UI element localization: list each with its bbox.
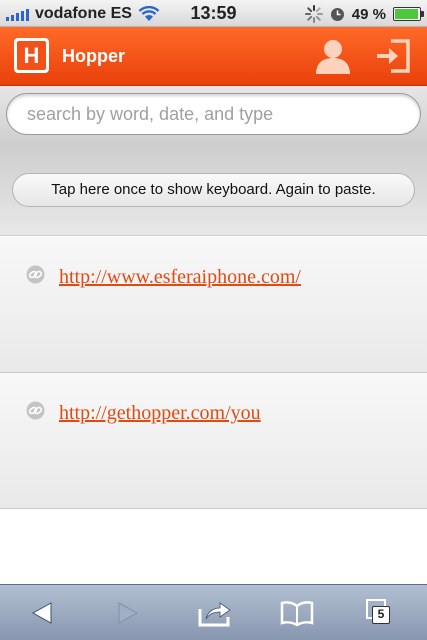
app-header: H Hopper (0, 27, 427, 86)
clock-icon (330, 7, 344, 21)
app-title: Hopper (62, 46, 125, 66)
forward-button[interactable] (110, 597, 146, 629)
sign-in-icon[interactable] (375, 38, 411, 74)
battery-icon (393, 7, 424, 21)
bookmarks-button[interactable] (279, 597, 315, 629)
paste-button[interactable]: Tap here once to show keyboard. Again to… (12, 173, 415, 207)
tabs-count: 5 (372, 606, 390, 624)
link-icon (26, 265, 45, 284)
bookmarks-icon (280, 601, 314, 626)
battery-percent: 49 % (351, 5, 386, 23)
hopper-logo[interactable]: H (14, 38, 49, 73)
status-bar: vodafone ES 13:59 49 % (0, 0, 427, 27)
share-icon (198, 602, 231, 627)
back-icon (31, 602, 52, 624)
user-profile-icon[interactable] (314, 38, 352, 74)
logo-letter: H (17, 41, 46, 70)
list-item[interactable]: http://gethopper.com/you (0, 373, 427, 509)
back-button[interactable] (24, 597, 60, 629)
browser-toolbar: 5 (0, 584, 427, 640)
paste-area: Tap here once to show keyboard. Again to… (0, 143, 427, 236)
search-input[interactable] (6, 93, 421, 135)
forward-icon (118, 602, 139, 624)
link-url[interactable]: http://gethopper.com/you (59, 402, 261, 425)
activity-spinner-icon (304, 5, 323, 23)
share-button[interactable] (197, 597, 233, 629)
link-icon (26, 401, 45, 420)
tabs-button[interactable]: 5 (362, 597, 398, 629)
search-bar (0, 86, 427, 143)
link-url[interactable]: http://www.esferaiphone.com/ (59, 266, 301, 289)
list-item[interactable]: http://www.esferaiphone.com/ (0, 237, 427, 373)
status-right: 49 % (304, 4, 424, 24)
